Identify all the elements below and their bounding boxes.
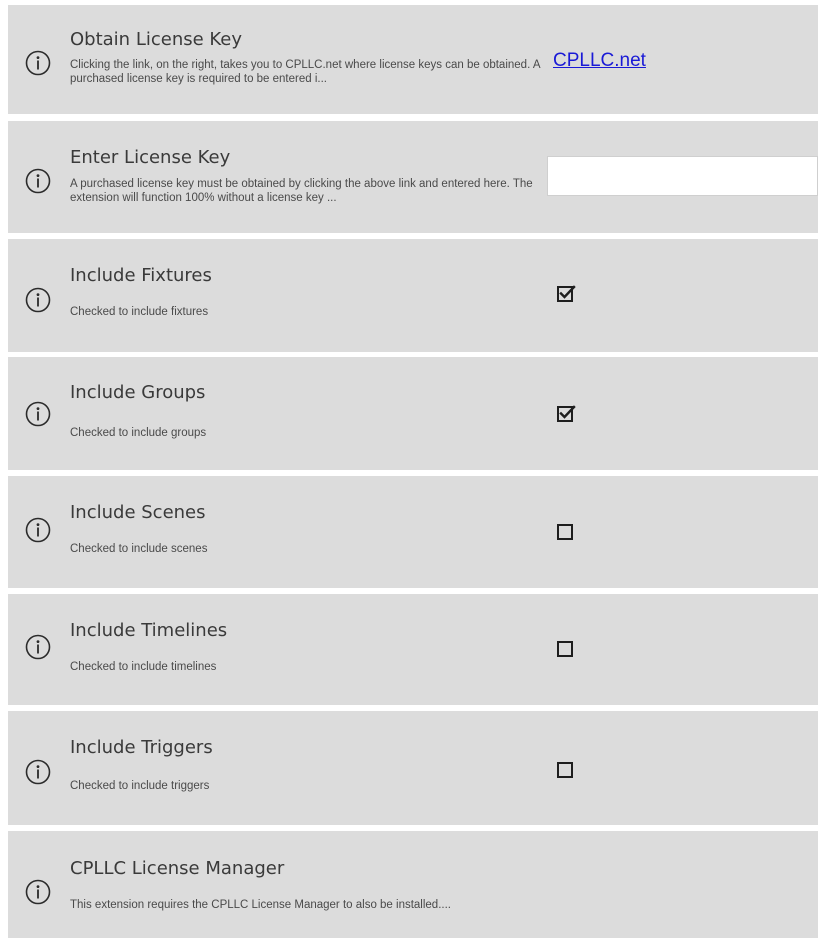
setting-title: Obtain License Key xyxy=(70,29,243,50)
setting-row-license-manager: CPLLC License Manager This extension req… xyxy=(8,831,818,938)
setting-title: Include Scenes xyxy=(70,502,206,523)
setting-row-include-fixtures: Include Fixtures Checked to include fixt… xyxy=(8,239,818,352)
setting-row-include-scenes: Include Scenes Checked to include scenes xyxy=(8,476,818,588)
settings-panel: Obtain License Key Clicking the link, on… xyxy=(0,0,818,938)
setting-description: Checked to include triggers xyxy=(70,780,210,792)
setting-row-obtain-license-key: Obtain License Key Clicking the link, on… xyxy=(8,5,818,114)
info-icon[interactable] xyxy=(25,50,51,76)
info-icon[interactable] xyxy=(25,168,51,194)
setting-title: CPLLC License Manager xyxy=(70,858,285,879)
setting-description: Clicking the link, on the right, takes y… xyxy=(70,59,540,85)
setting-description: A purchased license key must be obtained… xyxy=(70,178,533,204)
setting-row-include-triggers: Include Triggers Checked to include trig… xyxy=(8,711,818,825)
info-icon[interactable] xyxy=(25,401,51,427)
setting-description: This extension requires the CPLLC Licens… xyxy=(70,899,451,911)
setting-title: Include Fixtures xyxy=(70,265,212,286)
setting-title: Include Triggers xyxy=(70,737,213,758)
scenes-checkbox[interactable] xyxy=(556,522,576,542)
setting-description: Checked to include scenes xyxy=(70,543,208,555)
setting-row-include-timelines: Include Timelines Checked to include tim… xyxy=(8,594,818,705)
info-icon[interactable] xyxy=(25,287,51,313)
setting-row-enter-license-key: Enter License Key A purchased license ke… xyxy=(8,121,818,233)
setting-row-include-groups: Include Groups Checked to include groups xyxy=(8,357,818,470)
cpllc-link[interactable]: CPLLC.net xyxy=(553,50,646,72)
setting-description: Checked to include fixtures xyxy=(70,306,209,318)
license-key-input[interactable] xyxy=(547,156,818,196)
info-icon[interactable] xyxy=(25,634,51,660)
setting-description: Checked to include timelines xyxy=(70,661,217,673)
timelines-checkbox[interactable] xyxy=(556,639,576,659)
info-icon[interactable] xyxy=(25,759,51,785)
info-icon[interactable] xyxy=(25,517,51,543)
setting-description: Checked to include groups xyxy=(70,427,207,439)
fixtures-checkbox[interactable] xyxy=(556,284,576,304)
setting-title: Include Groups xyxy=(70,382,206,403)
groups-checkbox[interactable] xyxy=(556,404,576,424)
info-icon[interactable] xyxy=(25,879,51,905)
setting-title: Enter License Key xyxy=(70,147,231,168)
triggers-checkbox[interactable] xyxy=(556,760,576,780)
setting-title: Include Timelines xyxy=(70,620,228,641)
